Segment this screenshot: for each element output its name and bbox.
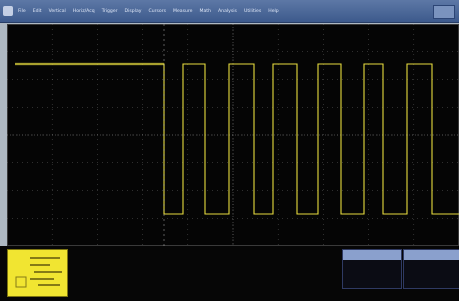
measurement-panel-1[interactable]	[342, 249, 402, 289]
menu-horiz-acq[interactable]: Horiz/Acq	[73, 9, 95, 14]
channel-1-trace	[15, 62, 459, 215]
waveform-plot	[7, 24, 459, 246]
menu-items: File Edit Vertical Horiz/Acq Trigger Dis…	[18, 0, 279, 22]
menu-analysis[interactable]: Analysis	[218, 9, 237, 14]
square-wave	[15, 63, 459, 215]
menu-edit[interactable]: Edit	[33, 9, 42, 14]
menu-bar: File Edit Vertical Horiz/Acq Trigger Dis…	[0, 0, 459, 23]
system-menu-icon[interactable]	[3, 6, 13, 16]
menu-utilities[interactable]: Utilities	[244, 9, 261, 14]
zoom-overview[interactable]	[7, 249, 68, 297]
overview-thumbnail	[15, 257, 62, 288]
window-button-icon[interactable]	[433, 5, 455, 19]
menu-vertical[interactable]: Vertical	[49, 9, 66, 14]
measurement-panel-2[interactable]	[403, 249, 459, 289]
menu-trigger[interactable]: Trigger	[102, 9, 118, 14]
scope-window: File Edit Vertical Horiz/Acq Trigger Dis…	[0, 0, 459, 301]
menu-display[interactable]: Display	[125, 9, 142, 14]
menu-file[interactable]: File	[18, 9, 26, 14]
waveform-display[interactable]	[7, 24, 459, 246]
menu-math[interactable]: Math	[200, 9, 212, 14]
graticule	[7, 24, 459, 246]
menu-cursors[interactable]: Cursors	[148, 9, 166, 14]
menu-measure[interactable]: Measure	[173, 9, 193, 14]
menu-help[interactable]: Help	[268, 9, 278, 14]
